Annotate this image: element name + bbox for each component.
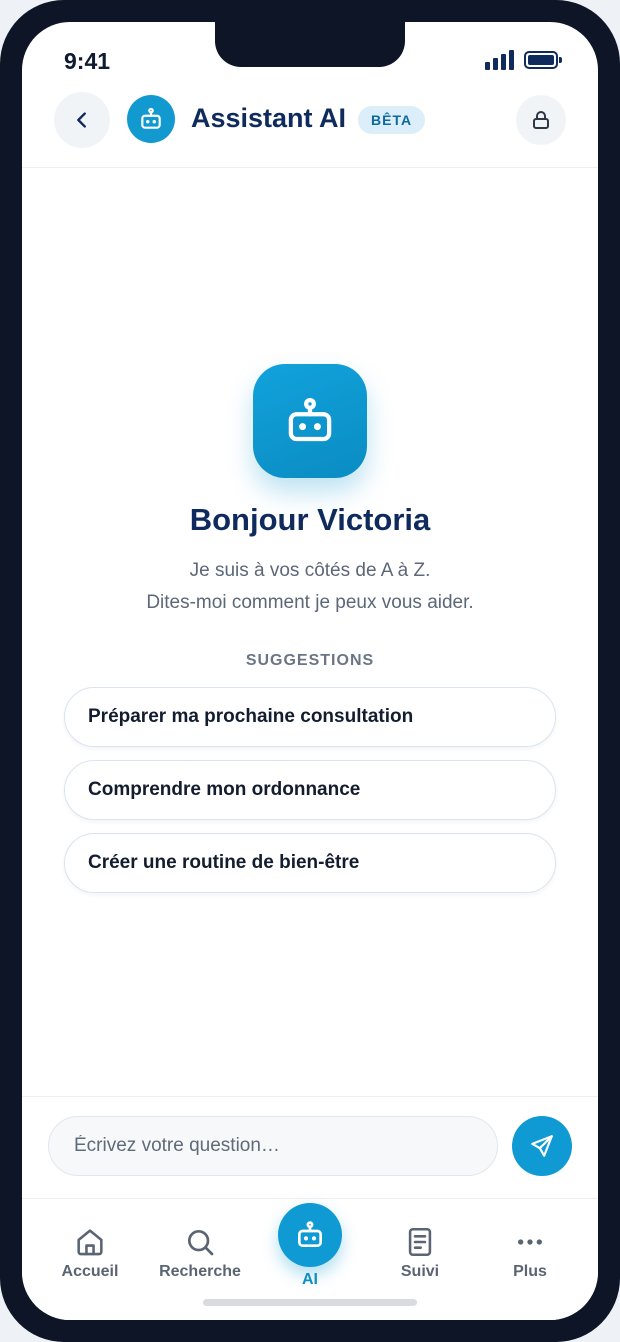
notch	[215, 22, 405, 67]
home-indicator	[203, 1299, 417, 1306]
robot-icon	[288, 397, 332, 442]
suggestions-heading: SUGGESTIONS	[245, 652, 375, 669]
home-icon	[77, 1229, 103, 1256]
beta-badge: BÊTA	[358, 106, 426, 134]
send-button[interactable]	[512, 1116, 572, 1176]
lock-icon	[533, 111, 549, 129]
tab-suivi[interactable]: Suivi	[365, 1199, 475, 1281]
status-time: 9:41	[64, 48, 111, 74]
tab-label: Recherche	[159, 1263, 241, 1280]
suggestion-chip[interactable]: Préparer ma prochaine consultation	[64, 687, 556, 747]
tab-accueil[interactable]: Accueil	[35, 1199, 145, 1281]
screen: 9:41 Assistant AI BÊTA Bonjour Victoria …	[22, 22, 598, 1320]
tab-plus[interactable]: Plus	[475, 1199, 585, 1281]
welcome-line-2: Dites-moi comment je peux vous aider.	[146, 592, 474, 613]
tab-label: Plus	[513, 1263, 547, 1280]
document-icon	[408, 1227, 432, 1257]
suggestion-chip[interactable]: Créer une routine de bien-être	[64, 833, 556, 893]
search-icon	[188, 1230, 214, 1256]
send-icon	[531, 1135, 553, 1157]
assistant-avatar	[127, 95, 175, 143]
more-icon	[518, 1239, 542, 1245]
chevron-left-icon	[77, 112, 86, 128]
phone-frame: 9:41 Assistant AI BÊTA Bonjour Victoria …	[0, 0, 620, 1342]
message-composer	[22, 1096, 598, 1198]
tab-label: AI	[302, 1271, 318, 1288]
assistant-hero-icon	[253, 364, 367, 478]
tab-recherche[interactable]: Recherche	[145, 1199, 255, 1281]
question-input[interactable]	[48, 1116, 498, 1176]
app-header: Assistant AI BÊTA	[22, 92, 598, 168]
robot-icon	[141, 107, 161, 129]
welcome-line-1: Je suis à vos côtés de A à Z.	[189, 560, 431, 581]
back-button[interactable]	[54, 92, 110, 148]
lock-button[interactable]	[516, 95, 566, 145]
greeting-title: Bonjour Victoria	[189, 502, 431, 537]
tab-ai[interactable]: AI	[255, 1199, 365, 1289]
signal-icon	[485, 50, 514, 70]
battery-icon	[524, 51, 562, 69]
robot-icon	[298, 1221, 322, 1247]
suggestion-chip[interactable]: Comprendre mon ordonnance	[64, 760, 556, 820]
status-icons	[485, 50, 562, 70]
tab-label: Accueil	[61, 1263, 119, 1280]
tab-label: Suivi	[400, 1263, 440, 1280]
page-title: Assistant AI	[191, 103, 347, 133]
